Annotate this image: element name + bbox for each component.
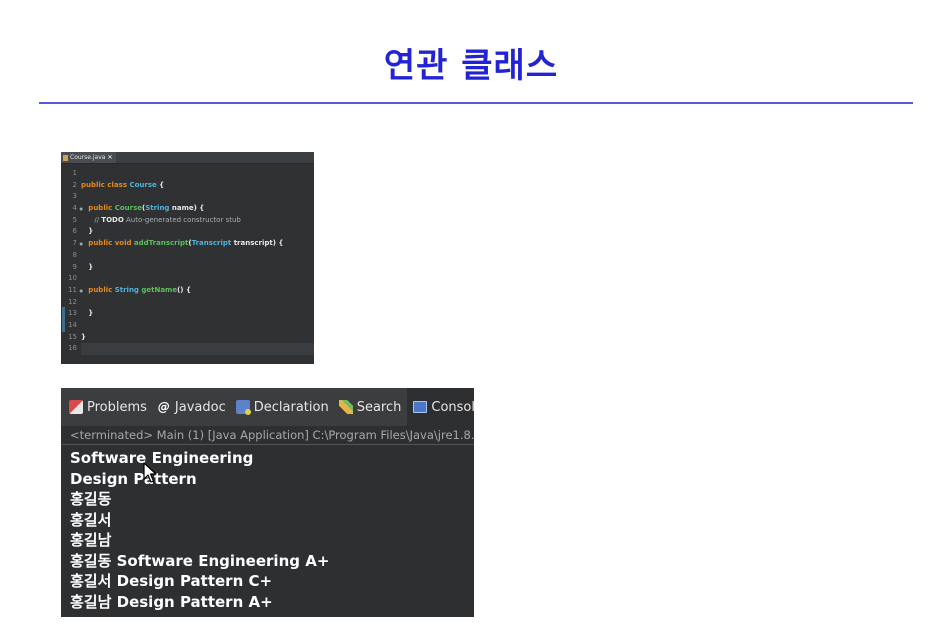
code-token: } — [81, 262, 94, 271]
code-token: public — [81, 285, 115, 294]
declaration-icon — [235, 400, 251, 415]
code-token: Course — [129, 180, 157, 189]
editor-tab-bar: Course.java ✕ — [61, 152, 314, 164]
line-number-gutter: 12345678910111213141516 — [61, 168, 83, 355]
code-token: addTranscript — [133, 239, 189, 248]
code-line[interactable] — [81, 273, 314, 285]
code-token: transcript) { — [231, 239, 284, 248]
tab-declaration[interactable]: Declaration — [235, 399, 329, 415]
close-icon[interactable]: ✕ — [107, 152, 112, 163]
mouse-cursor-icon — [143, 462, 157, 483]
code-line[interactable]: } — [81, 332, 314, 344]
code-token: } — [81, 332, 86, 341]
editor-tab-course-java[interactable]: Course.java ✕ — [61, 152, 117, 163]
code-token: String — [145, 204, 170, 213]
java-file-icon — [63, 154, 68, 161]
line-number: 12 — [68, 297, 77, 306]
tab-problems-label: Problems — [87, 399, 147, 415]
code-line[interactable]: // TODO Auto-generated constructor stub — [81, 215, 314, 227]
code-area[interactable]: public class Course { public Course(Stri… — [81, 168, 314, 355]
editor-body[interactable]: 12345678910111213141516 public class Cou… — [61, 164, 314, 364]
code-token: } — [81, 227, 94, 236]
code-line[interactable] — [81, 297, 314, 309]
console-output-line: 홍길동 — [70, 490, 112, 508]
line-number: 6 — [72, 227, 77, 236]
code-line[interactable]: public Course(String name) { — [81, 203, 314, 215]
code-token: Course — [114, 204, 142, 213]
line-number: 1 — [72, 169, 77, 177]
tab-problems[interactable]: Problems — [69, 400, 147, 415]
code-line[interactable]: } — [81, 226, 314, 238]
code-token: } — [81, 309, 94, 318]
code-line[interactable] — [81, 250, 314, 262]
console-output-line: 홍길서 — [70, 510, 112, 529]
console-output-line: 홍길동 Software Engineering A+ — [70, 551, 330, 570]
code-line[interactable]: } — [81, 308, 314, 320]
console-output-line: 홍길남 — [70, 531, 112, 549]
code-token: TODO — [101, 215, 124, 224]
tab-search[interactable]: Search — [338, 399, 402, 415]
code-token: Transcript — [191, 239, 232, 248]
code-token: getName — [141, 285, 178, 294]
title-divider — [39, 102, 913, 104]
code-line[interactable]: } — [81, 262, 314, 274]
code-token: () { — [177, 285, 191, 294]
code-line[interactable] — [81, 343, 314, 355]
tab-declaration-label: Declaration — [253, 399, 329, 415]
line-number: 13 — [68, 309, 77, 318]
line-number: 15 — [68, 332, 77, 341]
console-icon — [413, 401, 428, 413]
code-token: { — [156, 180, 165, 189]
line-number: 2 — [72, 180, 77, 189]
code-line[interactable] — [81, 320, 314, 332]
code-line[interactable]: public class Course { — [81, 180, 314, 192]
code-line[interactable] — [81, 191, 314, 203]
console-output[interactable]: Software Engineering Design Pattern 홍길동홍길서… — [61, 445, 474, 612]
code-line[interactable]: public String getName() { — [81, 285, 314, 297]
line-number: 16 — [68, 344, 77, 353]
line-number: 9 — [72, 262, 77, 271]
tab-javadoc-label: Javadoc — [174, 399, 226, 415]
code-token: Auto-generated constructor stub — [123, 215, 241, 224]
tab-console[interactable]: Console ✕ — [407, 388, 474, 426]
code-token: String — [114, 285, 139, 294]
line-number: 14 — [68, 320, 77, 329]
console-status-line: <terminated> Main (1) [Java Application]… — [61, 426, 474, 445]
line-number: 8 — [72, 250, 77, 259]
console-output-line: 홍길서 Design Pattern C+ — [70, 572, 273, 590]
code-line[interactable]: public void addTranscript(Transcript tra… — [81, 238, 314, 250]
console-output-line: Software Engineering — [70, 449, 254, 467]
code-line[interactable] — [81, 168, 314, 180]
tab-javadoc[interactable]: @ Javadoc — [157, 400, 226, 415]
code-token: public class — [81, 180, 130, 189]
console-view[interactable]: Problems @ Javadoc Declaration Search Co… — [61, 388, 474, 617]
code-token: name) { — [169, 204, 205, 213]
console-output-line: Design Pattern — [70, 469, 197, 488]
line-number: 4 — [61, 203, 83, 215]
code-token: public — [81, 204, 115, 213]
console-output-line: 홍길남 Design Pattern A+ — [70, 592, 273, 611]
line-number: 7 — [61, 238, 83, 250]
problems-icon — [69, 400, 83, 414]
slide-title: 연관 클래스 — [383, 46, 559, 86]
editor-tab-label: Course.java — [70, 154, 106, 161]
javadoc-icon: @ — [157, 400, 170, 414]
line-number: 11 — [61, 285, 83, 297]
search-icon — [338, 400, 353, 414]
tab-console-label: Console — [431, 399, 474, 415]
line-number: 5 — [72, 215, 77, 224]
line-number: 10 — [68, 274, 77, 283]
code-editor[interactable]: Course.java ✕ 12345678910111213141516 pu… — [61, 152, 314, 364]
code-token: // — [81, 215, 102, 224]
tab-search-label: Search — [356, 399, 402, 415]
line-number: 3 — [72, 192, 77, 201]
code-token: public void — [81, 239, 134, 248]
view-tab-bar: Problems @ Javadoc Declaration Search Co… — [61, 388, 474, 426]
